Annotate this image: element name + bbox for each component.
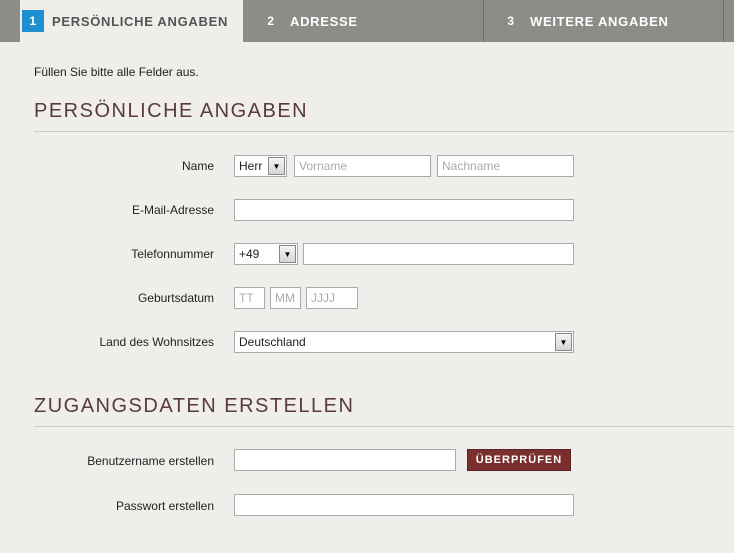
birth-month-input[interactable] [270, 287, 301, 309]
section-title-personal: Persönliche Angaben [34, 100, 309, 122]
check-username-button[interactable]: Überprüfen [467, 449, 571, 471]
birth-year-input[interactable] [306, 287, 358, 309]
tab-label: Persönliche Angaben [52, 13, 229, 29]
password-input[interactable] [234, 494, 574, 516]
country-select[interactable]: Deutschland ▼ [234, 331, 574, 353]
tab-number: 1 [22, 10, 44, 32]
step-tabs: 1 Persönliche Angaben 2 Adresse 3 Weiter… [0, 0, 734, 42]
firstname-input[interactable] [294, 155, 431, 177]
email-label: E-Mail-Adresse [131, 203, 214, 217]
tab-personal-data[interactable]: 1 Persönliche Angaben [20, 0, 244, 42]
tab-further-info[interactable]: 3 Weitere Angaben [484, 0, 724, 42]
phone-prefix-value: +49 [239, 247, 260, 261]
phone-label: Telefonnummer [131, 247, 214, 261]
phone-prefix-select[interactable]: +49 ▼ [234, 243, 298, 265]
tab-label: Adresse [290, 13, 358, 29]
tab-address[interactable]: 2 Adresse [244, 0, 484, 42]
tab-number: 3 [507, 14, 515, 28]
salutation-select[interactable]: Herr ▼ [234, 155, 287, 177]
phone-input[interactable] [303, 243, 574, 265]
section-divider [34, 426, 734, 427]
country-label: Land des Wohnsitzes [99, 335, 214, 349]
tab-overflow [724, 0, 734, 42]
lastname-input[interactable] [437, 155, 574, 177]
section-title-access: Zugangsdaten erstellen [34, 395, 355, 417]
dropdown-arrow-icon[interactable]: ▼ [279, 245, 296, 263]
password-label: Passwort erstellen [115, 499, 214, 513]
dropdown-arrow-icon[interactable]: ▼ [268, 157, 285, 175]
tab-label: Weitere Angaben [530, 13, 669, 29]
country-value: Deutschland [239, 335, 306, 349]
email-input[interactable] [234, 199, 574, 221]
name-label: Name [181, 159, 214, 173]
form-instructions: Füllen Sie bitte alle Felder aus. [34, 65, 199, 79]
salutation-value: Herr [239, 159, 263, 173]
username-label: Benutzername erstellen [87, 454, 214, 468]
birthdate-label: Geburtsdatum [137, 291, 214, 305]
birth-day-input[interactable] [234, 287, 265, 309]
tab-strip-left [0, 0, 20, 42]
section-divider [34, 131, 734, 132]
dropdown-arrow-icon[interactable]: ▼ [555, 333, 572, 351]
tab-number: 2 [267, 14, 275, 28]
username-input[interactable] [234, 449, 456, 471]
